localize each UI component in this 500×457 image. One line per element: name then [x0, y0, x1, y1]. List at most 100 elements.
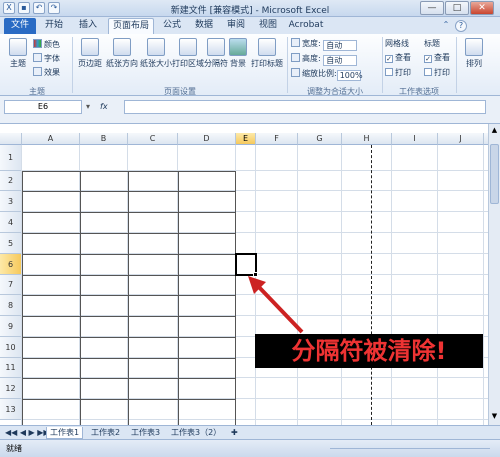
tab-page-layout[interactable]: 页面布局	[108, 18, 154, 34]
table-cell[interactable]	[26, 378, 78, 399]
table-cell[interactable]	[182, 295, 234, 316]
table-cell[interactable]	[26, 233, 78, 254]
height-control[interactable]: 高度: 自动	[291, 53, 358, 66]
tab-insert[interactable]: 插入	[74, 18, 102, 34]
scroll-up-icon[interactable]: ▲	[490, 126, 499, 135]
table-cell[interactable]	[84, 378, 126, 399]
table-cell[interactable]	[26, 275, 78, 295]
tab-review[interactable]: 审阅	[222, 18, 250, 34]
minimize-button[interactable]: —	[420, 1, 444, 15]
column-header-h[interactable]: H	[342, 133, 392, 145]
tab-home[interactable]: 开始	[40, 18, 68, 34]
table-cell[interactable]	[182, 212, 234, 233]
table-cell[interactable]	[26, 399, 78, 420]
column-header-g[interactable]: G	[298, 133, 342, 145]
tab-data[interactable]: 数据	[190, 18, 218, 34]
column-header-i[interactable]: I	[392, 133, 438, 145]
table-header-cell[interactable]	[128, 171, 178, 191]
table-cell[interactable]	[26, 358, 78, 378]
vertical-scrollbar[interactable]: ▲ ▼	[488, 124, 500, 425]
colors-button[interactable]: 颜色	[33, 39, 60, 50]
table-cell[interactable]	[84, 295, 126, 316]
row-header-9[interactable]: 9	[0, 316, 22, 337]
table-cell[interactable]	[132, 337, 176, 358]
row-header-10[interactable]: 10	[0, 337, 22, 358]
table-header-cell[interactable]	[80, 171, 128, 191]
arrange-button[interactable]: 排列	[461, 38, 487, 69]
row-header-6[interactable]: 6	[0, 254, 22, 275]
sheet-nav-icon[interactable]: ◀◀ ◀ ▶ ▶▶	[2, 427, 53, 439]
table-cell[interactable]	[132, 212, 176, 233]
row-header-3[interactable]: 3	[0, 191, 22, 212]
table-cell[interactable]	[26, 191, 78, 212]
collapse-icon[interactable]: ⌃	[440, 20, 452, 32]
column-header-a[interactable]: A	[22, 133, 80, 145]
background-button[interactable]: 背景	[228, 38, 248, 69]
row-header-11[interactable]: 11	[0, 358, 22, 378]
fx-icon[interactable]: fx	[100, 100, 122, 114]
gridlines-print-checkbox[interactable]: 打印	[385, 67, 411, 78]
scroll-thumb[interactable]	[490, 144, 499, 204]
scale-input[interactable]: 100%	[336, 70, 363, 81]
row-header-4[interactable]: 4	[0, 212, 22, 233]
table-cell[interactable]	[26, 212, 78, 233]
table-cell[interactable]	[132, 295, 176, 316]
orientation-button[interactable]: 纸张方向	[106, 38, 138, 69]
table-header-cell[interactable]	[22, 171, 80, 191]
table-cell[interactable]	[182, 399, 234, 420]
table-cell[interactable]	[84, 337, 126, 358]
headings-print-checkbox[interactable]: 打印	[424, 67, 450, 78]
table-cell[interactable]	[182, 358, 234, 378]
width-control[interactable]: 宽度: 自动	[291, 38, 358, 51]
column-header-f[interactable]: F	[256, 133, 298, 145]
table-cell[interactable]	[132, 191, 176, 212]
table-cell[interactable]	[132, 254, 176, 275]
insert-sheet-icon[interactable]: ✚	[228, 427, 241, 439]
headings-view-checkbox[interactable]: ✓ 查看	[424, 52, 450, 63]
maximize-button[interactable]: □	[445, 1, 469, 15]
table-cell[interactable]	[132, 316, 176, 337]
table-cell[interactable]	[26, 254, 78, 275]
row-header-8[interactable]: 8	[0, 295, 22, 316]
row-header-12[interactable]: 12	[0, 378, 22, 399]
scroll-down-icon[interactable]: ▼	[490, 412, 499, 421]
table-cell[interactable]	[182, 254, 234, 275]
table-cell[interactable]	[26, 295, 78, 316]
sheet-tab-3[interactable]: 工作表3	[128, 427, 163, 439]
gridlines-view-checkbox[interactable]: ✓ 查看	[385, 52, 411, 63]
select-all-corner[interactable]	[0, 133, 22, 145]
sheet-tab-4[interactable]: 工作表3（2）	[168, 427, 224, 439]
row-header-5[interactable]: 5	[0, 233, 22, 254]
size-button[interactable]: 纸张大小	[140, 38, 172, 69]
breaks-button[interactable]: 分隔符	[204, 38, 228, 69]
tab-formulas[interactable]: 公式	[158, 18, 186, 34]
table-cell[interactable]	[84, 399, 126, 420]
table-cell[interactable]	[132, 378, 176, 399]
table-cell[interactable]	[182, 378, 234, 399]
column-header-d[interactable]: D	[178, 133, 236, 145]
table-cell[interactable]	[182, 191, 234, 212]
table-cell[interactable]	[84, 212, 126, 233]
width-select[interactable]: 自动	[323, 40, 358, 51]
print-titles-button[interactable]: 打印标题	[250, 38, 284, 69]
table-cell[interactable]	[84, 191, 126, 212]
column-header-b[interactable]: B	[80, 133, 128, 145]
row-header-2[interactable]: 2	[0, 171, 22, 191]
name-box-dropdown-icon[interactable]: ▾	[86, 100, 98, 114]
table-cell[interactable]	[84, 275, 126, 295]
table-title[interactable]	[22, 145, 236, 171]
table-cell[interactable]	[84, 358, 126, 378]
themes-button[interactable]: 主题	[6, 38, 30, 69]
row-header-1[interactable]: 1	[0, 145, 22, 171]
row-header-13[interactable]: 13	[0, 399, 22, 420]
column-header-j[interactable]: J	[438, 133, 484, 145]
print-area-button[interactable]: 打印区域	[172, 38, 204, 69]
column-header-c[interactable]: C	[128, 133, 178, 145]
close-button[interactable]: ✕	[470, 1, 494, 15]
sheet-tab-2[interactable]: 工作表2	[88, 427, 123, 439]
name-box[interactable]: E6	[4, 100, 82, 114]
table-cell[interactable]	[26, 337, 78, 358]
scale-control[interactable]: 缩放比例: 100%	[291, 68, 363, 81]
tab-acrobat[interactable]: Acrobat	[286, 18, 326, 34]
tab-file[interactable]: 文件	[4, 18, 36, 34]
